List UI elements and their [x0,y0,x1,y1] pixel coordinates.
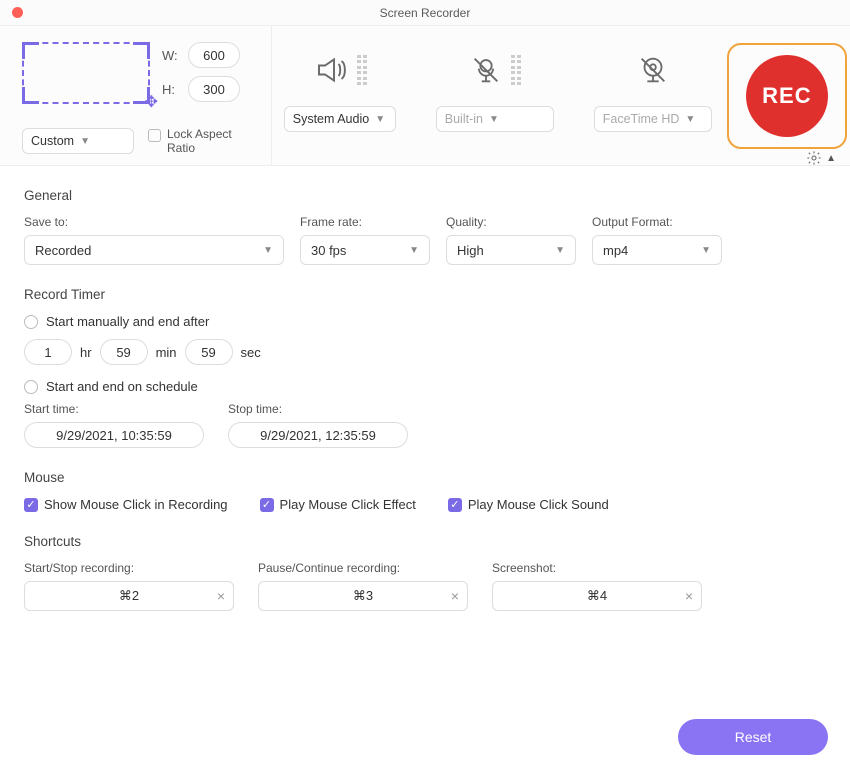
sec-unit: sec [241,345,261,360]
output-format-value: mp4 [603,243,628,258]
stop-time-field[interactable]: 9/29/2021, 12:35:59 [228,422,408,448]
clear-icon[interactable]: × [451,588,459,604]
timer-manual-label: Start manually and end after [46,314,209,329]
webcam-select[interactable]: FaceTime HD ▼ [594,106,712,132]
checkbox-checked-icon: ✓ [24,498,38,512]
radio-icon [24,315,38,329]
start-time-label: Start time: [24,402,204,416]
close-window-icon[interactable] [12,7,23,18]
timer-hr-field[interactable]: 1 [24,339,72,365]
audio-source-select[interactable]: System Audio ▼ [284,106,396,132]
checkbox-checked-icon: ✓ [448,498,462,512]
save-to-value: Recorded [35,243,91,258]
microphone-disabled-icon [469,53,503,87]
shortcut-startstop-value: ⌘2 [119,588,139,604]
settings-body: General Save to: Recorded ▼ Frame rate: … [0,166,850,623]
shortcut-pause-field[interactable]: ⌘3 × [258,581,468,611]
timer-sec-field[interactable]: 59 [185,339,233,365]
record-panel: REC [724,26,850,165]
record-button[interactable]: REC [746,55,828,137]
audio-source-value: System Audio [293,112,369,126]
output-format-label: Output Format: [592,215,722,229]
region-preset-value: Custom [31,134,74,148]
window-title: Screen Recorder [380,6,471,20]
timer-schedule-label: Start and end on schedule [46,379,198,394]
play-click-sound-label: Play Mouse Click Sound [468,497,609,512]
frame-rate-value: 30 fps [311,243,346,258]
quality-label: Quality: [446,215,576,229]
play-click-effect-label: Play Mouse Click Effect [280,497,416,512]
region-preset-select[interactable]: Custom ▼ [22,128,134,154]
speaker-icon [313,52,349,88]
lock-aspect-label: Lock Aspect Ratio [167,127,237,155]
window-controls [12,7,23,18]
collapse-settings-icon[interactable]: ▲ [826,153,836,164]
play-click-sound-checkbox[interactable]: ✓ Play Mouse Click Sound [448,497,609,512]
shortcut-pause-value: ⌘3 [353,588,373,604]
output-format-select[interactable]: mp4 ▼ [592,235,722,265]
quality-select[interactable]: High ▼ [446,235,576,265]
chevron-down-icon: ▼ [555,245,565,256]
microphone-select[interactable]: Built-in ▼ [436,106,554,132]
chevron-down-icon: ▼ [80,136,90,147]
section-general-title: General [24,188,826,203]
show-mouse-click-label: Show Mouse Click in Recording [44,497,228,512]
play-click-effect-checkbox[interactable]: ✓ Play Mouse Click Effect [260,497,416,512]
shortcut-screenshot-value: ⌘4 [587,588,607,604]
reset-button[interactable]: Reset [678,719,828,755]
clear-icon[interactable]: × [685,588,693,604]
save-to-select[interactable]: Recorded ▼ [24,235,284,265]
microphone-value: Built-in [445,112,483,126]
save-to-label: Save to: [24,215,284,229]
frame-rate-select[interactable]: 30 fps ▼ [300,235,430,265]
mic-level-meter [511,55,522,86]
start-time-field[interactable]: 9/29/2021, 10:35:59 [24,422,204,448]
chevron-down-icon: ▼ [375,114,385,125]
section-mouse-title: Mouse [24,470,826,485]
shortcut-screenshot-label: Screenshot: [492,561,702,575]
webcam-disabled-icon [636,53,670,87]
hr-unit: hr [80,345,92,360]
chevron-down-icon: ▼ [701,245,711,256]
height-label: H: [162,82,178,97]
clear-icon[interactable]: × [217,588,225,604]
chevron-down-icon: ▼ [263,245,273,256]
timer-manual-radio[interactable]: Start manually and end after [24,314,826,329]
audio-level-meter [357,55,368,86]
titlebar: Screen Recorder [0,0,850,26]
width-label: W: [162,48,178,63]
show-mouse-click-checkbox[interactable]: ✓ Show Mouse Click in Recording [24,497,228,512]
shortcut-startstop-label: Start/Stop recording: [24,561,234,575]
frame-rate-label: Frame rate: [300,215,430,229]
device-selectors: System Audio ▼ Built-in ▼ [272,26,724,165]
webcam-value: FaceTime HD [603,112,680,126]
chevron-down-icon: ▼ [685,114,695,125]
section-timer-title: Record Timer [24,287,826,302]
shortcut-startstop-field[interactable]: ⌘2 × [24,581,234,611]
checkbox-icon [148,129,161,142]
timer-schedule-radio[interactable]: Start and end on schedule [24,379,826,394]
chevron-down-icon: ▼ [489,114,499,125]
lock-aspect-checkbox[interactable]: Lock Aspect Ratio [148,127,237,155]
stop-time-label: Stop time: [228,402,408,416]
capture-region-preview[interactable]: ✥ [22,42,150,104]
shortcut-screenshot-field[interactable]: ⌘4 × [492,581,702,611]
section-shortcuts-title: Shortcuts [24,534,826,549]
chevron-down-icon: ▼ [409,245,419,256]
radio-icon [24,380,38,394]
timer-min-field[interactable]: 59 [100,339,148,365]
height-field[interactable]: 300 [188,76,240,102]
record-frame: REC [727,43,847,149]
settings-gear-icon[interactable] [806,150,822,166]
width-field[interactable]: 600 [188,42,240,68]
quality-value: High [457,243,484,258]
checkbox-checked-icon: ✓ [260,498,274,512]
move-icon: ✥ [145,92,158,112]
min-unit: min [156,345,177,360]
shortcut-pause-label: Pause/Continue recording: [258,561,468,575]
